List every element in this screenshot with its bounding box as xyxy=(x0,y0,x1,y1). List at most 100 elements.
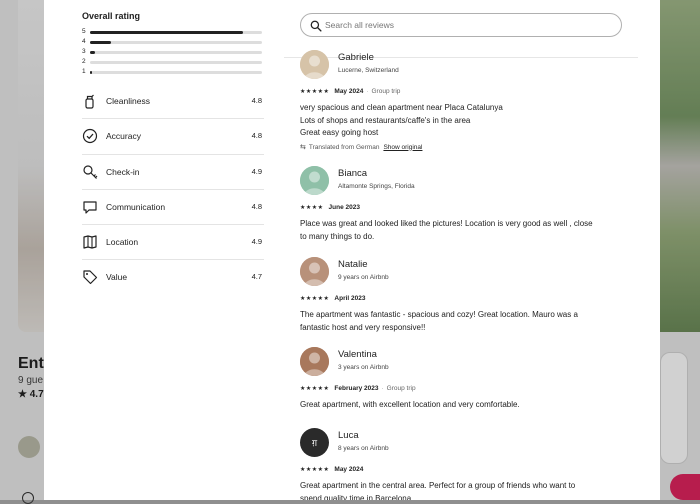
category-score: 4.8 xyxy=(251,131,262,141)
translation-note: ⇆ Translated from German Show original xyxy=(300,143,422,151)
search-box[interactable] xyxy=(300,13,622,37)
review-text-line: to many things to do. xyxy=(300,231,375,241)
translate-icon: ⇆ xyxy=(300,143,306,151)
reviewer-avatar[interactable]: ग़ xyxy=(300,428,329,457)
chat-bubble-icon xyxy=(83,201,97,214)
review-text-line: The apartment was fantastic - spacious a… xyxy=(300,310,578,319)
review-body: Great apartment in the central area. Per… xyxy=(300,480,628,500)
review-trip-type: Group trip xyxy=(371,88,401,95)
category-row-accuracy: Accuracy 4.8 xyxy=(82,119,264,155)
check-circle-icon xyxy=(82,129,98,144)
category-score: 4.9 xyxy=(251,166,262,176)
rating-bar-label: 1 xyxy=(82,68,86,75)
reviews-modal: Overall rating 54321 Cleanliness 4.8 Accur… xyxy=(44,0,660,500)
review-date: June 2023 xyxy=(328,204,360,211)
review-date: April 2023 xyxy=(334,295,366,302)
rating-bar-row: 4 xyxy=(82,38,262,48)
review-date: May 2024 xyxy=(334,88,364,95)
rating-bar-label: 2 xyxy=(82,58,86,65)
category-row-location: Location 4.9 xyxy=(82,225,264,261)
reviewer-name: Valentina xyxy=(338,349,377,360)
category-score: 4.8 xyxy=(251,201,262,211)
category-name: Value xyxy=(106,272,128,283)
translated-label: Translated from German xyxy=(308,143,380,151)
reviewer-subtitle: 8 years on Airbnb xyxy=(338,445,389,452)
category-name: Check-in xyxy=(106,166,140,177)
reviewer-avatar[interactable] xyxy=(300,347,329,376)
avatar-photo xyxy=(300,50,329,79)
search-icon xyxy=(310,20,322,32)
reviewer-subtitle: Lucerne, Switzerland xyxy=(338,67,399,74)
avatar-initial: ग़ xyxy=(311,438,318,448)
reviewer-subtitle: 3 years on Airbnb xyxy=(338,364,389,371)
avatar-photo xyxy=(300,166,329,195)
review-body: very spacious and clean apartment near P… xyxy=(300,102,628,140)
review-text-line: Great apartment in the central area. Per… xyxy=(300,481,576,490)
category-name: Communication xyxy=(106,201,166,212)
review-meta: ★★★★ June 2023 xyxy=(300,204,360,211)
category-row-check-in: Check-in 4.9 xyxy=(82,155,264,190)
rating-bar-row: 5 xyxy=(82,28,262,38)
rating-bar-fill xyxy=(90,31,244,34)
reviewer-name: Natalie xyxy=(338,259,368,270)
review-stars: ★★★★★ xyxy=(300,467,330,473)
review-text-line: Great easy going host xyxy=(300,128,379,137)
rating-bar-track xyxy=(90,71,262,74)
category-name: Accuracy xyxy=(106,131,141,142)
review-body: Great apartment, with excellent location… xyxy=(300,399,628,412)
reviewer-avatar[interactable] xyxy=(300,166,329,195)
review-date: May 2024 xyxy=(334,466,364,473)
reviewer-name: Gabriele xyxy=(338,52,374,63)
rating-bar-track xyxy=(90,61,262,64)
review-stars: ★★★★ xyxy=(300,205,324,211)
category-score: 4.7 xyxy=(251,272,262,282)
category-name: Location xyxy=(106,237,139,248)
rating-bar-label: 3 xyxy=(82,48,86,55)
review-meta: ★★★★★ April 2023 xyxy=(300,295,365,302)
review-trip-type: Group trip xyxy=(386,385,416,392)
category-score: 4.8 xyxy=(251,96,262,105)
review-body: The apartment was fantastic - spacious a… xyxy=(300,309,628,334)
spray-bottle-icon xyxy=(85,94,94,109)
rating-distribution: 5 4 3 2 1 xyxy=(82,28,262,78)
category-row-value: Value 4.7 xyxy=(82,260,264,294)
rating-bar-label: 4 xyxy=(82,38,86,45)
rating-bar-track xyxy=(90,41,262,44)
rating-bar-row: 2 xyxy=(82,58,262,68)
map-icon xyxy=(83,235,97,249)
category-row-cleanliness: Cleanliness 4.8 xyxy=(82,84,264,120)
search-input[interactable] xyxy=(325,14,615,36)
key-icon xyxy=(83,164,98,179)
reviewer-avatar[interactable] xyxy=(300,257,329,286)
reviewer-avatar[interactable] xyxy=(300,50,329,79)
reviewer-name: Luca xyxy=(338,430,359,441)
avatar-photo xyxy=(300,347,329,376)
review-body: Place was great and looked liked the pic… xyxy=(300,218,628,243)
review-stars: ★★★★★ xyxy=(300,89,330,95)
show-original-link[interactable]: Show original xyxy=(383,144,422,151)
review-text-line: spend quality time in Barcelona. xyxy=(300,493,414,501)
category-name: Cleanliness xyxy=(106,96,150,106)
review-meta: ★★★★★ May 2024 xyxy=(300,466,363,473)
meta-separator: · xyxy=(381,385,384,392)
reviewer-name: Bianca xyxy=(338,168,368,179)
rating-bar-fill xyxy=(90,51,96,54)
review-text-line: fantastic host and very responsive!! xyxy=(300,322,426,332)
review-stars: ★★★★★ xyxy=(300,386,330,392)
review-meta: ★★★★★ May 2024 · Group trip xyxy=(300,88,400,95)
rating-bar-fill xyxy=(90,71,92,74)
tag-icon xyxy=(83,270,98,285)
review-stars: ★★★★★ xyxy=(300,296,330,302)
review-meta: ★★★★★ February 2023 · Group trip xyxy=(300,385,416,392)
overall-rating-title: Overall rating xyxy=(82,11,141,21)
avatar-photo xyxy=(300,257,329,286)
reviewer-subtitle: 9 years on Airbnb xyxy=(338,274,389,281)
rating-bar-track xyxy=(90,31,262,34)
reviewer-subtitle: Altamonte Springs, Florida xyxy=(338,183,415,190)
review-text-line: Lots of shops and restaurants/caffe's in… xyxy=(300,115,471,125)
rating-bar-row: 1 xyxy=(82,68,262,78)
rating-bar-label: 5 xyxy=(82,28,86,35)
review-text-line: very spacious and clean apartment near P… xyxy=(300,103,503,112)
rating-bar-fill xyxy=(90,41,111,44)
review-text-line: Great apartment, with excellent location… xyxy=(300,400,520,409)
